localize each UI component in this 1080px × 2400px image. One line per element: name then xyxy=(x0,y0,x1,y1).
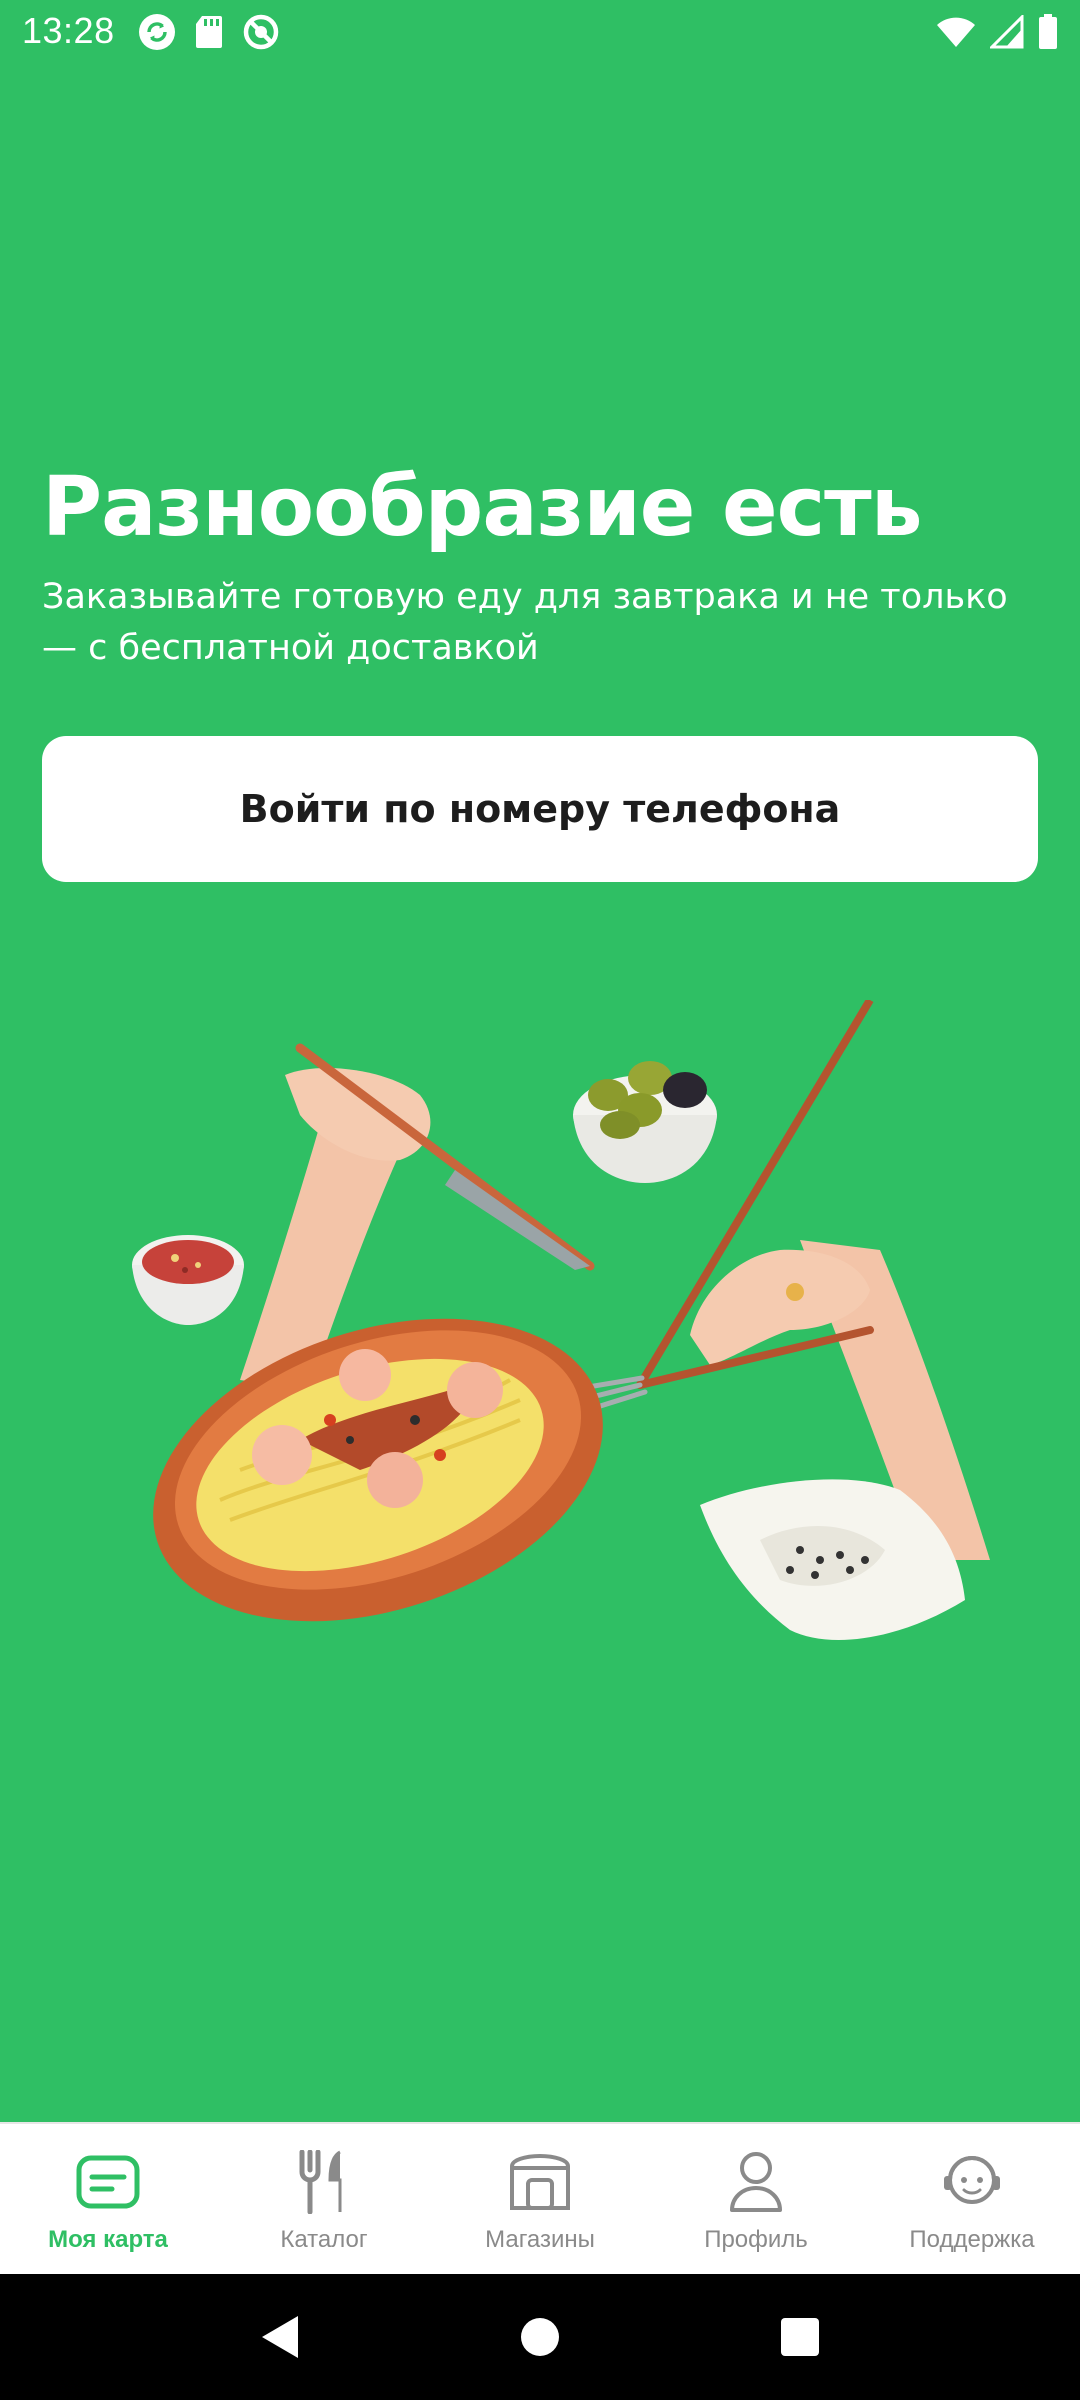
nav-item-support[interactable]: Поддержка xyxy=(864,2124,1080,2276)
bottom-nav: Моя карта Каталог Магазины Профиль Подде… xyxy=(0,2122,1080,2276)
status-time: 13:28 xyxy=(22,10,115,51)
back-icon[interactable] xyxy=(250,2307,310,2367)
status-left-icons xyxy=(138,12,280,52)
pasta-plate-icon xyxy=(153,1318,603,1622)
food-illustration xyxy=(0,997,1080,1680)
status-bar: 13:28 xyxy=(0,0,1080,64)
home-icon[interactable] xyxy=(510,2307,570,2367)
page-title: Разнообразие есть xyxy=(42,460,923,555)
sync-icon xyxy=(138,13,176,51)
signal-icon xyxy=(990,15,1024,49)
cutlery-icon xyxy=(292,2150,356,2214)
battery-icon xyxy=(1038,14,1058,50)
support-icon xyxy=(940,2150,1004,2214)
system-nav-bar xyxy=(0,2274,1080,2400)
card-icon xyxy=(76,2150,140,2214)
page-subtitle: Заказывайте готовую еду для завтрака и н… xyxy=(42,577,1008,668)
sd-card-icon xyxy=(194,14,224,50)
wifi-icon xyxy=(936,16,976,48)
recents-icon[interactable] xyxy=(770,2307,830,2367)
spice-bowl-icon xyxy=(132,1235,244,1325)
nav-label-support: Поддержка xyxy=(909,2226,1035,2253)
profile-icon xyxy=(724,2150,788,2214)
nav-label-my-card: Моя карта xyxy=(48,2226,168,2253)
store-icon xyxy=(508,2150,572,2214)
status-right-icons xyxy=(936,12,1058,52)
nav-item-profile[interactable]: Профиль xyxy=(648,2124,864,2276)
nav-item-catalog[interactable]: Каталог xyxy=(216,2124,432,2276)
blocked-icon xyxy=(242,13,280,51)
nav-label-catalog: Каталог xyxy=(280,2226,368,2253)
nav-item-my-card[interactable]: Моя карта xyxy=(0,2124,216,2276)
nav-label-profile: Профиль xyxy=(704,2226,808,2253)
olive-bowl-icon xyxy=(573,1061,717,1183)
phone-login-button[interactable]: Войти по номеру телефона xyxy=(42,736,1038,882)
nav-item-stores[interactable]: Магазины xyxy=(432,2124,648,2276)
nav-label-stores: Магазины xyxy=(485,2226,595,2253)
